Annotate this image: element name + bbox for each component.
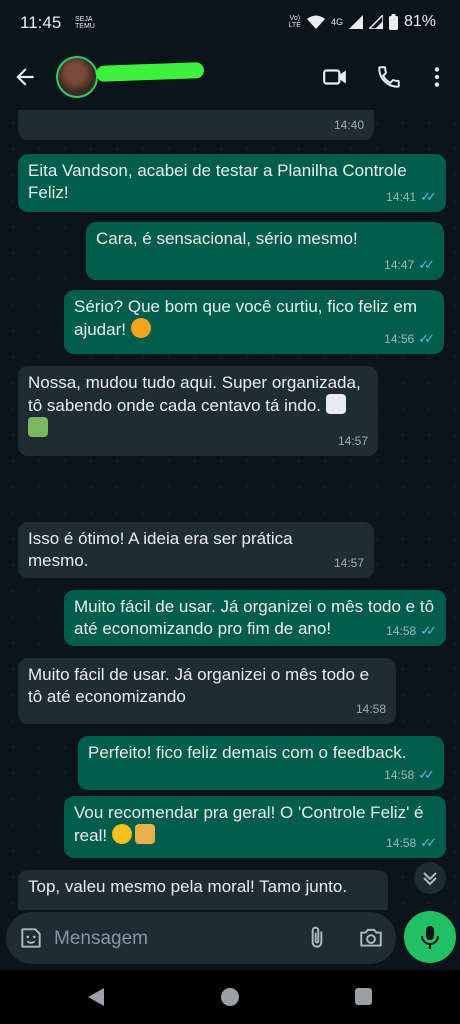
message-outgoing[interactable]: Cara, é sensacional, sério mesmo! 14:47 ✓…: [86, 222, 444, 280]
message-list[interactable]: 14:40 Eita Vandson, acabei de testar a P…: [0, 110, 460, 910]
read-ticks-icon: ✓✓: [418, 331, 435, 346]
read-ticks-icon: ✓✓: [420, 835, 437, 850]
video-call-icon[interactable]: [322, 64, 348, 90]
message-text: Isso é ótimo! A ideia era ser prática me…: [28, 529, 293, 570]
microphone-icon: [421, 926, 439, 949]
star-struck-emoji-icon: [130, 318, 151, 338]
tears-of-joy-emoji-icon: [111, 824, 132, 844]
chevron-double-down-icon: [423, 872, 437, 886]
message-time: 14:58: [386, 836, 417, 850]
message-time: 14:58: [355, 702, 386, 716]
message-time: 14:57: [333, 556, 364, 570]
contact-name-redacted[interactable]: [95, 62, 205, 82]
read-ticks-icon: ✓✓: [420, 623, 437, 638]
message-outgoing[interactable]: Sério? Que bom que você curtiu, fico fel…: [64, 290, 444, 354]
message-time: 14:58: [384, 768, 415, 782]
volte-indicator: Vo) LTE: [288, 15, 301, 29]
message-time: 14:47: [384, 258, 415, 272]
message-time: 14:41: [386, 190, 417, 204]
message-incoming[interactable]: Isso é ótimo! A ideia era ser prática me…: [18, 522, 374, 578]
back-arrow-icon[interactable]: [12, 64, 38, 90]
nav-home-icon[interactable]: [221, 988, 239, 1006]
message-incoming[interactable]: Muito fácil de usar. Já organizei o mês …: [18, 658, 396, 724]
voice-call-icon[interactable]: [376, 64, 402, 90]
message-text: Perfeito! fico feliz demais com o feedba…: [88, 743, 407, 762]
nav-back-icon[interactable]: [88, 988, 104, 1006]
message-text: Nossa, mudou tudo aqui. Super organizada…: [28, 373, 361, 415]
avatar[interactable]: [56, 56, 98, 98]
emoji-sticker-icon[interactable]: [18, 925, 44, 951]
message-text: Sério? Que bom que você curtiu, fico fel…: [74, 297, 417, 339]
wifi-icon: [306, 15, 325, 29]
more-options-icon[interactable]: [424, 64, 450, 90]
signal-icon-2: [368, 15, 383, 29]
signal-type-label: 4G: [330, 17, 343, 27]
status-bar: 11:45 SEJA TEMU Vo) LTE 4G 81%: [0, 0, 460, 44]
message-text: Top, valeu mesmo pela moral! Tamo junto.: [28, 877, 348, 896]
message-text: Muito fácil de usar. Já organizei o mês …: [28, 665, 370, 706]
message-incoming[interactable]: Top, valeu mesmo pela moral! Tamo junto.: [18, 870, 388, 910]
bar-chart-emoji-icon: [325, 394, 346, 414]
message-time: 14:57: [337, 434, 368, 448]
message-outgoing[interactable]: Muito fácil de usar. Já organizei o mês …: [64, 590, 446, 646]
message-text: Cara, é sensacional, sério mesmo!: [96, 229, 358, 248]
message-incoming[interactable]: 14:40: [18, 110, 374, 140]
signal-icon: [348, 15, 363, 29]
message-time: 14:40: [333, 118, 364, 132]
battery-icon: [388, 14, 398, 30]
message-text: Eita Vandson, acabei de testar a Planilh…: [28, 161, 407, 202]
battery-percent: 81%: [403, 13, 436, 30]
attach-clip-icon[interactable]: [304, 925, 330, 951]
message-outgoing[interactable]: Eita Vandson, acabei de testar a Planilh…: [18, 154, 446, 212]
money-with-wings-emoji-icon: [28, 417, 48, 437]
voice-message-button[interactable]: [404, 911, 456, 963]
chat-header: [0, 44, 460, 110]
message-time: 14:58: [386, 624, 417, 638]
read-ticks-icon: ✓✓: [420, 189, 437, 204]
message-incoming[interactable]: Nossa, mudou tudo aqui. Super organizada…: [18, 366, 378, 456]
message-time: 14:56: [384, 332, 415, 346]
status-indicators: Vo) LTE 4G 81%: [289, 13, 436, 31]
message-outgoing[interactable]: Perfeito! fico feliz demais com o feedba…: [78, 736, 444, 790]
read-ticks-icon: ✓✓: [418, 767, 435, 782]
message-outgoing[interactable]: Vou recomendar pra geral! O 'Controle Fe…: [64, 796, 446, 858]
message-composer: [6, 912, 396, 964]
message-input[interactable]: [52, 922, 296, 956]
camera-icon[interactable]: [358, 925, 384, 951]
scroll-to-bottom-button[interactable]: [414, 862, 446, 894]
system-navigation-bar: [0, 970, 460, 1024]
status-notification-label: SEJA TEMU: [75, 16, 95, 30]
read-ticks-icon: ✓✓: [418, 257, 435, 272]
raising-hands-emoji-icon: [134, 824, 155, 844]
status-time: 11:45: [20, 13, 62, 32]
message-text: Muito fácil de usar. Já organizei o mês …: [74, 597, 435, 638]
nav-recents-icon[interactable]: [355, 988, 372, 1005]
